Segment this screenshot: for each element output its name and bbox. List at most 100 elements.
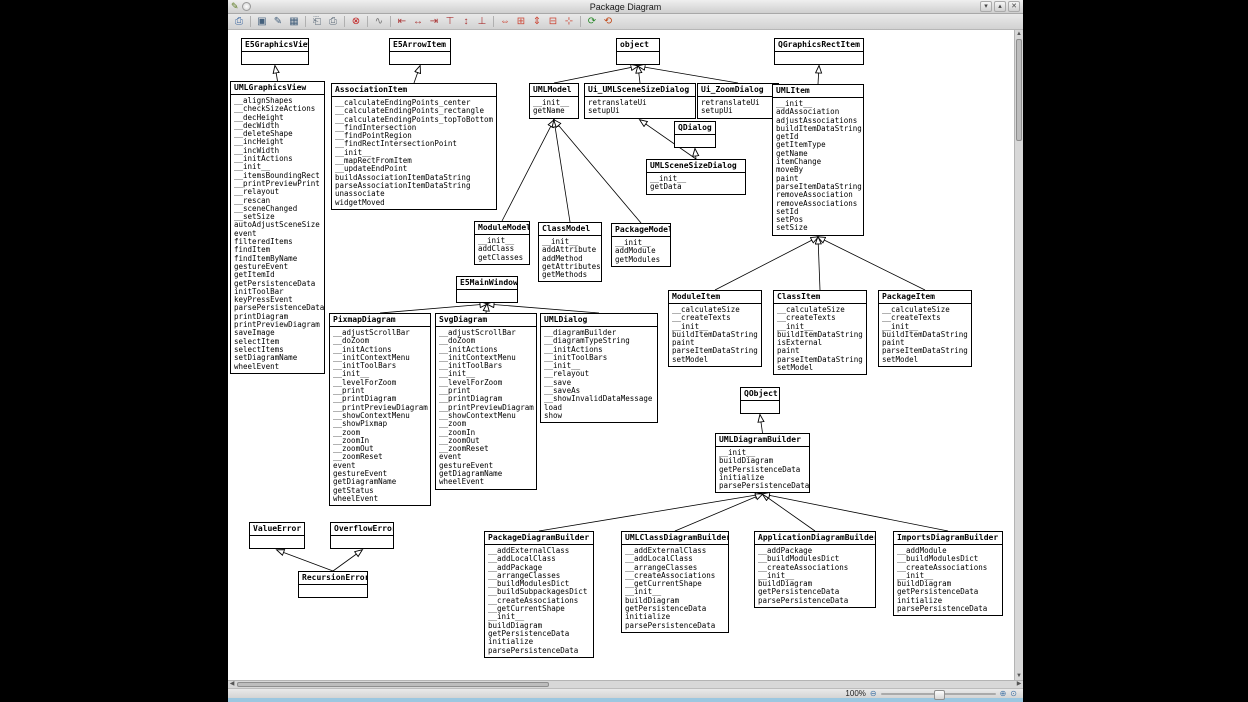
align-hcenter-icon[interactable]: ↔ [411, 15, 425, 28]
class-box-PackageModel[interactable]: PackageModel__init__ addModule getModule… [611, 223, 671, 267]
class-methods [775, 52, 863, 64]
class-methods: retranslateUi setupUi [698, 97, 778, 118]
horizontal-scrollbar-thumb[interactable] [237, 682, 549, 687]
class-methods: __init__ addAssociation adjustAssociatio… [773, 98, 863, 235]
zoom-out-icon[interactable]: ⊖ [870, 689, 877, 698]
class-box-E5ArrowItem[interactable]: E5ArrowItem [389, 38, 451, 65]
class-box-ClassItem[interactable]: ClassItem__calculateSize __createTexts _… [773, 290, 867, 375]
class-box-PackageItem[interactable]: PackageItem__calculateSize __createTexts… [878, 290, 972, 367]
class-box-ApplicationDiagramBuilder[interactable]: ApplicationDiagramBuilder__addPackage __… [754, 531, 876, 608]
rescan-icon[interactable]: ⟲ [601, 15, 615, 28]
toolbar-separator [580, 16, 581, 27]
class-methods: __alignShapes __checkSizeActions __decHe… [231, 95, 324, 373]
zoom-slider[interactable] [881, 690, 996, 698]
scroll-left-icon[interactable]: ◀ [228, 681, 236, 688]
class-box-object[interactable]: object [616, 38, 660, 65]
class-box-ModuleItem[interactable]: ModuleItem__calculateSize __createTexts … [668, 290, 762, 367]
class-methods [250, 536, 304, 548]
class-box-ModuleModel[interactable]: ModuleModel__init__ addClass getClasses [474, 221, 530, 265]
class-name: UMLSceneSizeDialog [647, 160, 745, 173]
class-box-ValueError[interactable]: ValueError [249, 522, 305, 549]
class-box-PackageDiagramBuilder[interactable]: PackageDiagramBuilder__addExternalClass … [484, 531, 594, 658]
align-left-icon[interactable]: ⇤ [395, 15, 409, 28]
class-methods: __addExternalClass __addLocalClass __arr… [622, 545, 728, 632]
class-methods [390, 52, 450, 64]
size-vertically-icon[interactable]: ⊟ [546, 15, 560, 28]
scroll-down-icon[interactable]: ▼ [1015, 672, 1023, 680]
align-top-icon[interactable]: ⊤ [443, 15, 457, 28]
zoom-reset-icon[interactable]: ⊙ [1010, 689, 1017, 698]
print-preview-icon[interactable]: ⎗ [310, 15, 324, 28]
toolbar-separator [493, 16, 494, 27]
scroll-right-icon[interactable]: ▶ [1015, 681, 1023, 688]
class-box-QDialog[interactable]: QDialog [674, 121, 716, 148]
class-name: UMLGraphicsView [231, 82, 324, 95]
class-box-UMLClassDiagramBuilder[interactable]: UMLClassDiagramBuilder__addExternalClass… [621, 531, 729, 633]
vertical-scrollbar[interactable]: ▲ ▼ [1014, 30, 1023, 680]
window-controls: ▾▴✕ [980, 1, 1020, 12]
zoom-in-icon[interactable]: ⊕ [1000, 689, 1007, 698]
class-name: QDialog [675, 122, 715, 135]
scroll-up-icon[interactable]: ▲ [1015, 30, 1023, 38]
close-window-button[interactable]: ✕ [1008, 1, 1020, 12]
save-as-icon[interactable]: ✎ [271, 15, 285, 28]
class-methods: __init__ getName [530, 97, 578, 118]
class-box-RecursionError[interactable]: RecursionError [298, 571, 368, 598]
align-right-icon[interactable]: ⇥ [427, 15, 441, 28]
title-bar[interactable]: ✎ Package Diagram ▾▴✕ [228, 0, 1023, 14]
class-box-OverflowError[interactable]: OverflowError [330, 522, 394, 549]
align-bottom-icon[interactable]: ⊥ [475, 15, 489, 28]
class-box-QGraphicsRectItem[interactable]: QGraphicsRectItem [774, 38, 864, 65]
align-vcenter-icon[interactable]: ↕ [459, 15, 473, 28]
class-methods [299, 585, 367, 597]
class-box-QObject[interactable]: QObject [740, 387, 780, 414]
maximize-window-button[interactable]: ▴ [994, 1, 1006, 12]
minimize-window-button[interactable]: ▾ [980, 1, 992, 12]
close-diagram-icon[interactable]: ⊗ [349, 15, 363, 28]
class-box-Ui_ZoomDialog[interactable]: Ui_ZoomDialogretranslateUi setupUi [697, 83, 779, 119]
class-name: ApplicationDiagramBuilder [755, 532, 875, 545]
class-methods: __diagramBuilder __diagramTypeString __i… [541, 327, 657, 422]
app-window: ✎ Package Diagram ▾▴✕ ⎙▣✎▦⎗⎙⊗∿⇤↔⇥⊤↕⊥⇔⊞⇕⊟… [228, 0, 1023, 702]
class-name: RecursionError [299, 572, 367, 585]
adjust-size-icon[interactable]: ⊹ [562, 15, 576, 28]
vertical-scrollbar-thumb[interactable] [1016, 39, 1022, 141]
save-image-icon[interactable]: ▦ [287, 15, 301, 28]
relayout-icon[interactable]: ⟳ [585, 15, 599, 28]
class-methods [617, 52, 659, 64]
size-horizontally-icon[interactable]: ⊞ [514, 15, 528, 28]
status-bar: 100% ⊖ ⊕ ⊙ [228, 688, 1023, 698]
class-methods: __addPackage __buildModulesDict __create… [755, 545, 875, 607]
class-methods: __calculateSize __createTexts __init__ b… [774, 304, 866, 374]
add-association-icon[interactable]: ∿ [372, 15, 386, 28]
print-diagram-icon[interactable]: ⎙ [326, 15, 340, 28]
class-methods: retranslateUi setupUi [585, 97, 695, 118]
class-box-PixmapDiagram[interactable]: PixmapDiagram__adjustScrollBar __doZoom … [329, 313, 431, 506]
class-box-UMLSceneSizeDialog[interactable]: UMLSceneSizeDialog__init__ getData [646, 159, 746, 195]
diagram-canvas[interactable]: E5GraphicsView UMLGraphicsView__alignShap… [228, 30, 1015, 680]
class-name: PixmapDiagram [330, 314, 430, 327]
class-box-E5MainWindow[interactable]: E5MainWindow [456, 276, 518, 303]
zoom-slider-handle[interactable] [934, 690, 945, 700]
print-icon[interactable]: ⎙ [232, 15, 246, 28]
class-name: E5GraphicsView [242, 39, 308, 52]
space-horizontally-icon[interactable]: ⇔ [498, 15, 512, 28]
class-box-UMLDiagramBuilder[interactable]: UMLDiagramBuilder__init__ buildDiagram g… [715, 433, 810, 493]
save-icon[interactable]: ▣ [255, 15, 269, 28]
class-box-UMLItem[interactable]: UMLItem__init__ addAssociation adjustAss… [772, 84, 864, 236]
class-box-ClassModel[interactable]: ClassModel__init__ addAttribute addMetho… [538, 222, 602, 282]
class-box-UMLModel[interactable]: UMLModel__init__ getName [529, 83, 579, 119]
class-name: E5MainWindow [457, 277, 517, 290]
class-box-AssociationItem[interactable]: AssociationItem__calculateEndingPoints_c… [331, 83, 497, 210]
class-box-SvgDiagram[interactable]: SvgDiagram__adjustScrollBar __doZoom __i… [435, 313, 537, 490]
class-box-Ui_UMLSceneSizeDialog[interactable]: Ui_UMLSceneSizeDialogretranslateUi setup… [584, 83, 696, 119]
horizontal-scrollbar[interactable]: ◀ ▶ [228, 680, 1023, 688]
desktop-background: ✎ Package Diagram ▾▴✕ ⎙▣✎▦⎗⎙⊗∿⇤↔⇥⊤↕⊥⇔⊞⇕⊟… [0, 0, 1248, 702]
class-box-ImportsDiagramBuilder[interactable]: ImportsDiagramBuilder__addModule __build… [893, 531, 1003, 616]
class-box-UMLGraphicsView[interactable]: UMLGraphicsView__alignShapes __checkSize… [230, 81, 325, 374]
class-box-E5GraphicsView[interactable]: E5GraphicsView [241, 38, 309, 65]
class-box-UMLDialog[interactable]: UMLDialog__diagramBuilder __diagramTypeS… [540, 313, 658, 423]
class-methods: __calculateEndingPoints_center __calcula… [332, 97, 496, 209]
toolbar-separator [367, 16, 368, 27]
space-vertically-icon[interactable]: ⇕ [530, 15, 544, 28]
